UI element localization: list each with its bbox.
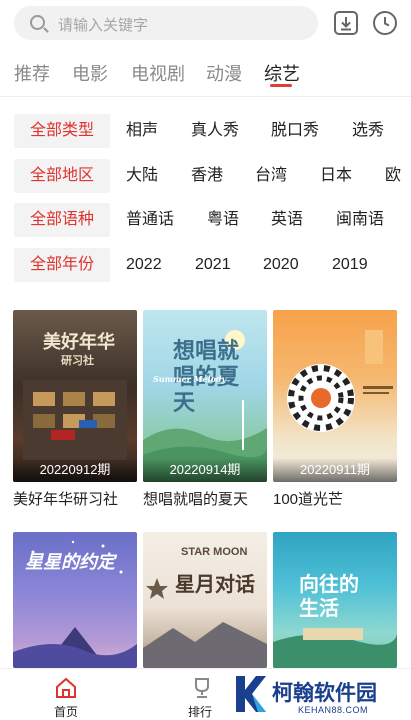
show-poster[interactable]: 星星的约定 xyxy=(13,532,137,668)
poster-subtitle-text: 研习社 xyxy=(61,354,94,367)
search-bar[interactable]: 请输入关键字 xyxy=(14,6,318,40)
category-tabs: 推荐 电影 电视剧 动漫 综艺 xyxy=(0,50,411,94)
search-icon xyxy=(30,15,45,30)
tab-variety[interactable]: 综艺 xyxy=(264,60,300,86)
history-clock-icon[interactable] xyxy=(372,10,398,36)
filter-option[interactable]: 日本 xyxy=(320,159,352,193)
show-poster[interactable]: 20220911期 xyxy=(273,310,397,482)
poster-art xyxy=(287,330,393,432)
tab-movie[interactable]: 电影 xyxy=(72,60,108,86)
show-poster[interactable]: 向往的生活 xyxy=(273,532,397,668)
tab-tv-series[interactable]: 电视剧 xyxy=(131,60,185,86)
show-card[interactable]: 星星的约定 xyxy=(13,532,137,668)
tab-anime[interactable]: 动漫 xyxy=(206,60,242,86)
top-bar: 请输入关键字 xyxy=(0,0,411,46)
poster-subtitle-text: STAR MOON xyxy=(181,546,248,558)
show-poster[interactable]: 想唱就唱的夏天 Summer Melody 20220914期 xyxy=(143,310,267,482)
episode-label: 20220914期 xyxy=(143,458,267,482)
show-card[interactable]: 想唱就唱的夏天 Summer Melody 20220914期 想唱就唱的夏天 xyxy=(143,310,267,510)
poster-title-text: 星星的约定 xyxy=(25,552,115,573)
site-watermark: 柯翰软件园 KEHAN88.COM xyxy=(232,674,402,718)
filter-option[interactable]: 欧 xyxy=(385,159,401,193)
filter-option[interactable]: 相声 xyxy=(126,114,158,148)
filter-option[interactable]: 选秀 xyxy=(352,114,384,148)
filter-row-year: 全部年份 2022 2021 2020 2019 xyxy=(0,248,411,284)
filter-option[interactable]: 真人秀 xyxy=(191,114,239,148)
filter-option[interactable]: 2020 xyxy=(263,248,299,282)
filter-option[interactable]: 英语 xyxy=(271,203,303,237)
filter-option[interactable]: 2021 xyxy=(195,248,231,282)
watermark-logo-icon xyxy=(236,676,266,712)
filter-all-types[interactable]: 全部类型 xyxy=(14,114,110,148)
show-card[interactable]: 美好年华 研习社 20220912期 美好年华研习社 xyxy=(13,310,137,510)
poster-subtitle-text: Summer Melody xyxy=(153,374,227,384)
filter-option[interactable]: 台湾 xyxy=(255,159,287,193)
filter-row-type: 全部类型 相声 真人秀 脱口秀 选秀 xyxy=(0,114,411,150)
active-tab-indicator xyxy=(270,84,292,87)
episode-label: 20220912期 xyxy=(13,458,137,482)
trophy-icon xyxy=(195,678,209,698)
divider xyxy=(0,96,411,97)
download-icon[interactable] xyxy=(333,10,359,36)
filter-row-language: 全部语种 普通话 粤语 英语 闽南语 xyxy=(0,203,411,239)
filter-row-region: 全部地区 大陆 香港 台湾 日本 欧 xyxy=(0,159,411,195)
show-card[interactable]: STAR MOON 星月对话 xyxy=(143,532,267,668)
watermark-url: KEHAN88.COM xyxy=(298,705,369,715)
filter-option[interactable]: 粤语 xyxy=(207,203,239,237)
filter-option[interactable]: 脱口秀 xyxy=(271,114,319,148)
show-card[interactable]: 向往的生活 xyxy=(273,532,397,668)
poster-title-text: 星月对话 xyxy=(175,572,255,596)
filter-all-regions[interactable]: 全部地区 xyxy=(14,159,110,193)
filter-option[interactable]: 2019 xyxy=(332,248,368,282)
nav-ranking-label: 排行 xyxy=(187,705,212,719)
poster-title-text: 美好年华 xyxy=(43,332,115,353)
filter-all-years[interactable]: 全部年份 xyxy=(14,248,110,282)
show-title[interactable]: 想唱就唱的夏天 xyxy=(143,488,273,509)
show-poster[interactable]: 美好年华 研习社 20220912期 xyxy=(13,310,137,482)
filter-option[interactable]: 2022 xyxy=(126,248,162,282)
nav-ranking[interactable]: 排行 xyxy=(170,669,230,720)
filter-option[interactable]: 普通话 xyxy=(126,203,174,237)
search-placeholder[interactable]: 请输入关键字 xyxy=(58,14,148,35)
poster-title-text: 向往的生活 xyxy=(299,572,359,620)
filter-option[interactable]: 闽南语 xyxy=(336,203,384,237)
watermark-name: 柯翰软件园 xyxy=(272,682,377,705)
tab-recommend[interactable]: 推荐 xyxy=(14,60,50,86)
filter-all-languages[interactable]: 全部语种 xyxy=(14,203,110,237)
home-icon xyxy=(56,677,76,698)
nav-home[interactable]: 首页 xyxy=(36,669,96,720)
show-title[interactable]: 100道光芒 xyxy=(273,488,403,509)
episode-label: 20220911期 xyxy=(273,458,397,482)
nav-home-label: 首页 xyxy=(53,705,78,719)
show-title[interactable]: 美好年华研习社 xyxy=(13,488,143,509)
filter-option[interactable]: 大陆 xyxy=(126,159,158,193)
show-card[interactable]: 20220911期 100道光芒 xyxy=(273,310,397,510)
filter-option[interactable]: 香港 xyxy=(191,159,223,193)
show-poster[interactable]: STAR MOON 星月对话 xyxy=(143,532,267,668)
